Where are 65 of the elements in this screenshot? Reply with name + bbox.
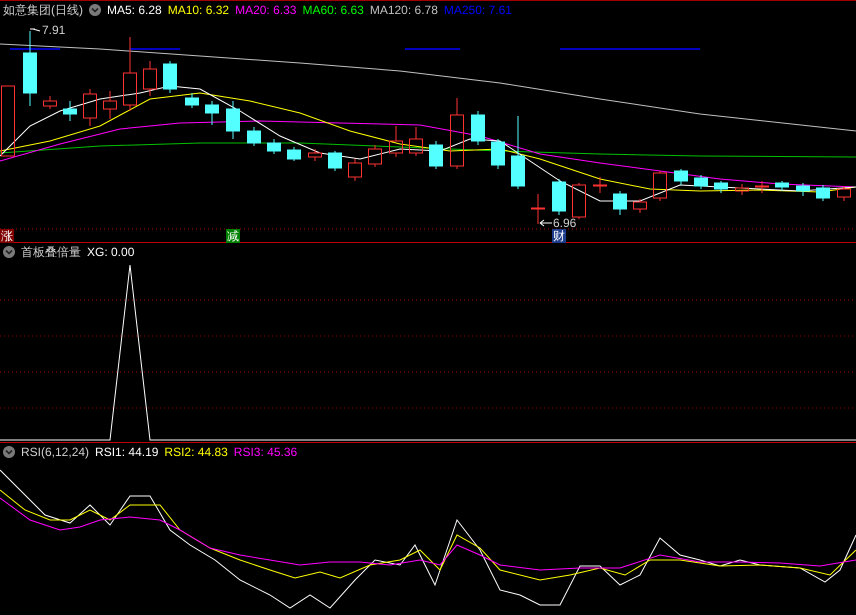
high-price-label: 7.91 (42, 22, 66, 39)
candlestick (83, 88, 97, 126)
indicator-value: MA120: 6.78 (370, 2, 438, 19)
candlestick (775, 180, 789, 192)
event-marker[interactable]: 财 (552, 229, 566, 243)
candlestick (593, 176, 607, 194)
ma250-line-segment (10, 48, 60, 50)
candlestick (552, 178, 566, 216)
candlestick (796, 182, 810, 196)
candlestick (837, 186, 851, 202)
candlestick (450, 98, 464, 170)
candlestick (633, 198, 647, 214)
candlestick (714, 180, 728, 194)
indicator-value: RSI3: 45.36 (234, 444, 298, 461)
indicator-value: MA250: 7.61 (444, 2, 512, 19)
candlestick (572, 182, 586, 220)
collapse-toggle-icon[interactable] (3, 446, 15, 458)
candlestick (143, 60, 157, 96)
candlestick (368, 144, 382, 168)
candlestick (226, 100, 240, 140)
indicator-value: MA10: 6.32 (168, 2, 230, 19)
event-marker[interactable]: 减 (226, 229, 240, 243)
indicator-title: RSI(6,12,24) (21, 444, 90, 461)
chart-title: 如意集团(日线) (3, 2, 83, 19)
candlestick (531, 194, 545, 224)
candlestick (735, 184, 749, 196)
candlestick (308, 148, 322, 162)
candlestick (1, 86, 15, 156)
candlestick (247, 126, 261, 146)
candlestick (185, 92, 199, 108)
low-pointer-icon (540, 220, 552, 226)
ma250-line-segment (130, 48, 180, 50)
candlestick (63, 100, 77, 122)
candlestick (287, 146, 301, 162)
candlestick (694, 174, 708, 190)
candlestick (348, 158, 362, 182)
candlestick (103, 90, 117, 120)
candlestick (755, 180, 769, 194)
candlestick (163, 60, 177, 94)
indicator-title: 首板叠倍量 (21, 244, 81, 261)
collapse-toggle-icon[interactable] (3, 246, 15, 258)
low-price-label: 6.96 (553, 215, 576, 230)
indicator-value: XG: 0.00 (87, 244, 134, 261)
candlestick (674, 168, 688, 186)
candlestick (653, 170, 667, 202)
event-marker[interactable]: 涨 (0, 229, 14, 243)
collapse-toggle-icon[interactable] (89, 4, 101, 16)
ma250-line-segment (405, 48, 460, 50)
candlestick (409, 126, 423, 156)
candlestick (429, 140, 443, 170)
high-pointer-icon (30, 28, 40, 32)
candlestick (613, 190, 627, 216)
indicator-value: MA60: 6.63 (302, 2, 364, 19)
indicator-value: MA20: 6.33 (235, 2, 296, 19)
candlestick (816, 184, 830, 202)
candlestick (205, 100, 219, 126)
candlestick (267, 138, 281, 154)
candlestick (43, 96, 57, 110)
candlestick (471, 110, 485, 146)
indicator-value: RSI1: 44.19 (95, 444, 158, 461)
indicator-value: MA5: 6.28 (107, 2, 162, 19)
candlestick (491, 138, 505, 170)
indicator-value: RSI2: 44.83 (164, 444, 228, 461)
candlestick (328, 150, 342, 172)
candlestick (389, 126, 403, 158)
